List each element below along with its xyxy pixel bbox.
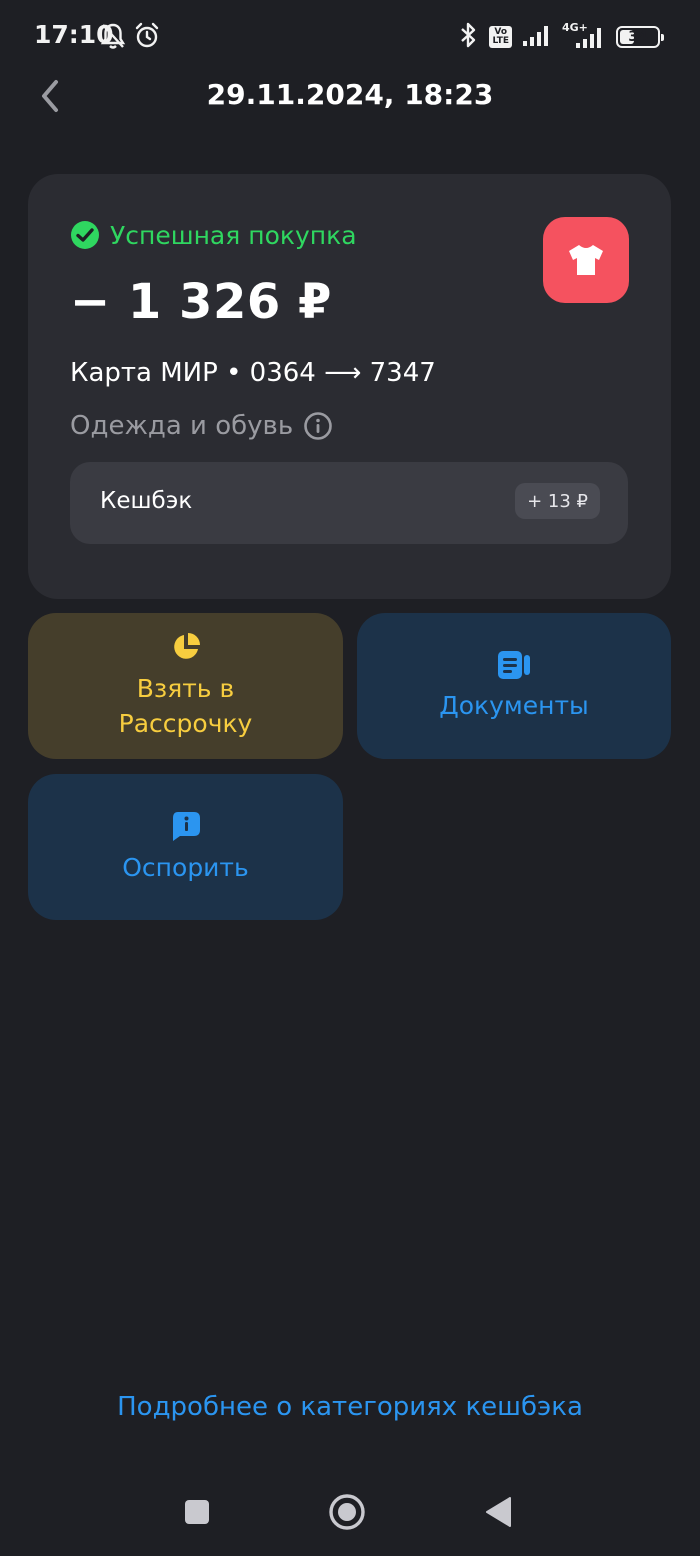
bluetooth-icon (457, 22, 479, 52)
cashback-categories-link[interactable]: Подробнее о категориях кешбэка (0, 1392, 700, 1422)
battery-level: 34 (628, 29, 648, 45)
transaction-card: Успешная покупка − 1 326 ₽ Карта МИР • 0… (28, 174, 671, 599)
alarm-icon (134, 22, 160, 54)
message-info-icon (172, 811, 200, 841)
tshirt-icon (569, 245, 603, 275)
battery-icon: 34 (616, 26, 664, 48)
circle-home-icon (329, 1494, 365, 1530)
documents-button[interactable]: Документы (357, 613, 671, 759)
category-row[interactable]: Одежда и обувь (70, 411, 333, 441)
page-title: 29.11.2024, 18:23 (206, 78, 494, 111)
category-text: Одежда и обувь (70, 411, 294, 441)
screen: 17:10 Vo LTE 4G+ 34 29.11.2024, 18:23 Ус… (0, 0, 700, 1556)
card-route: Карта МИР • 0364 ⟶ 7347 (70, 358, 436, 388)
pie-chart-icon (173, 633, 200, 659)
signal-icon (522, 23, 552, 51)
system-nav-bar (0, 1470, 700, 1556)
cashback-row: Кешбэк + 13 ₽ (70, 462, 628, 544)
cashback-label: Кешбэк (100, 488, 193, 514)
recents-button[interactable] (175, 1490, 219, 1534)
square-icon (185, 1500, 209, 1524)
transaction-status: Успешная покупка (70, 220, 357, 250)
triangle-back-icon (486, 1497, 511, 1527)
cashback-value: + 13 ₽ (515, 483, 600, 519)
bell-muted-icon (100, 22, 126, 54)
documents-label: Документы (439, 690, 589, 720)
dispute-label: Оспорить (122, 852, 249, 882)
status-right-icons: Vo LTE 4G+ 34 (457, 21, 664, 52)
info-icon[interactable] (303, 411, 333, 441)
status-left-icons (100, 22, 160, 54)
home-button[interactable] (325, 1490, 369, 1534)
back-nav-button[interactable] (476, 1490, 520, 1534)
installment-label-2: Рассрочку (118, 709, 253, 738)
document-icon (498, 650, 530, 679)
check-circle-icon (71, 221, 99, 249)
installment-button[interactable]: Взять в Рассрочку (28, 613, 343, 759)
status-text: Успешная покупка (110, 220, 357, 250)
dispute-button[interactable]: Оспорить (28, 774, 343, 920)
status-bar: 17:10 Vo LTE 4G+ 34 (0, 0, 700, 76)
installment-label-1: Взять в (136, 674, 235, 703)
transaction-amount: − 1 326 ₽ (70, 274, 332, 330)
category-badge (543, 217, 629, 303)
volte-icon: Vo LTE (489, 26, 512, 48)
network-4g-icon: 4G+ (562, 21, 606, 49)
